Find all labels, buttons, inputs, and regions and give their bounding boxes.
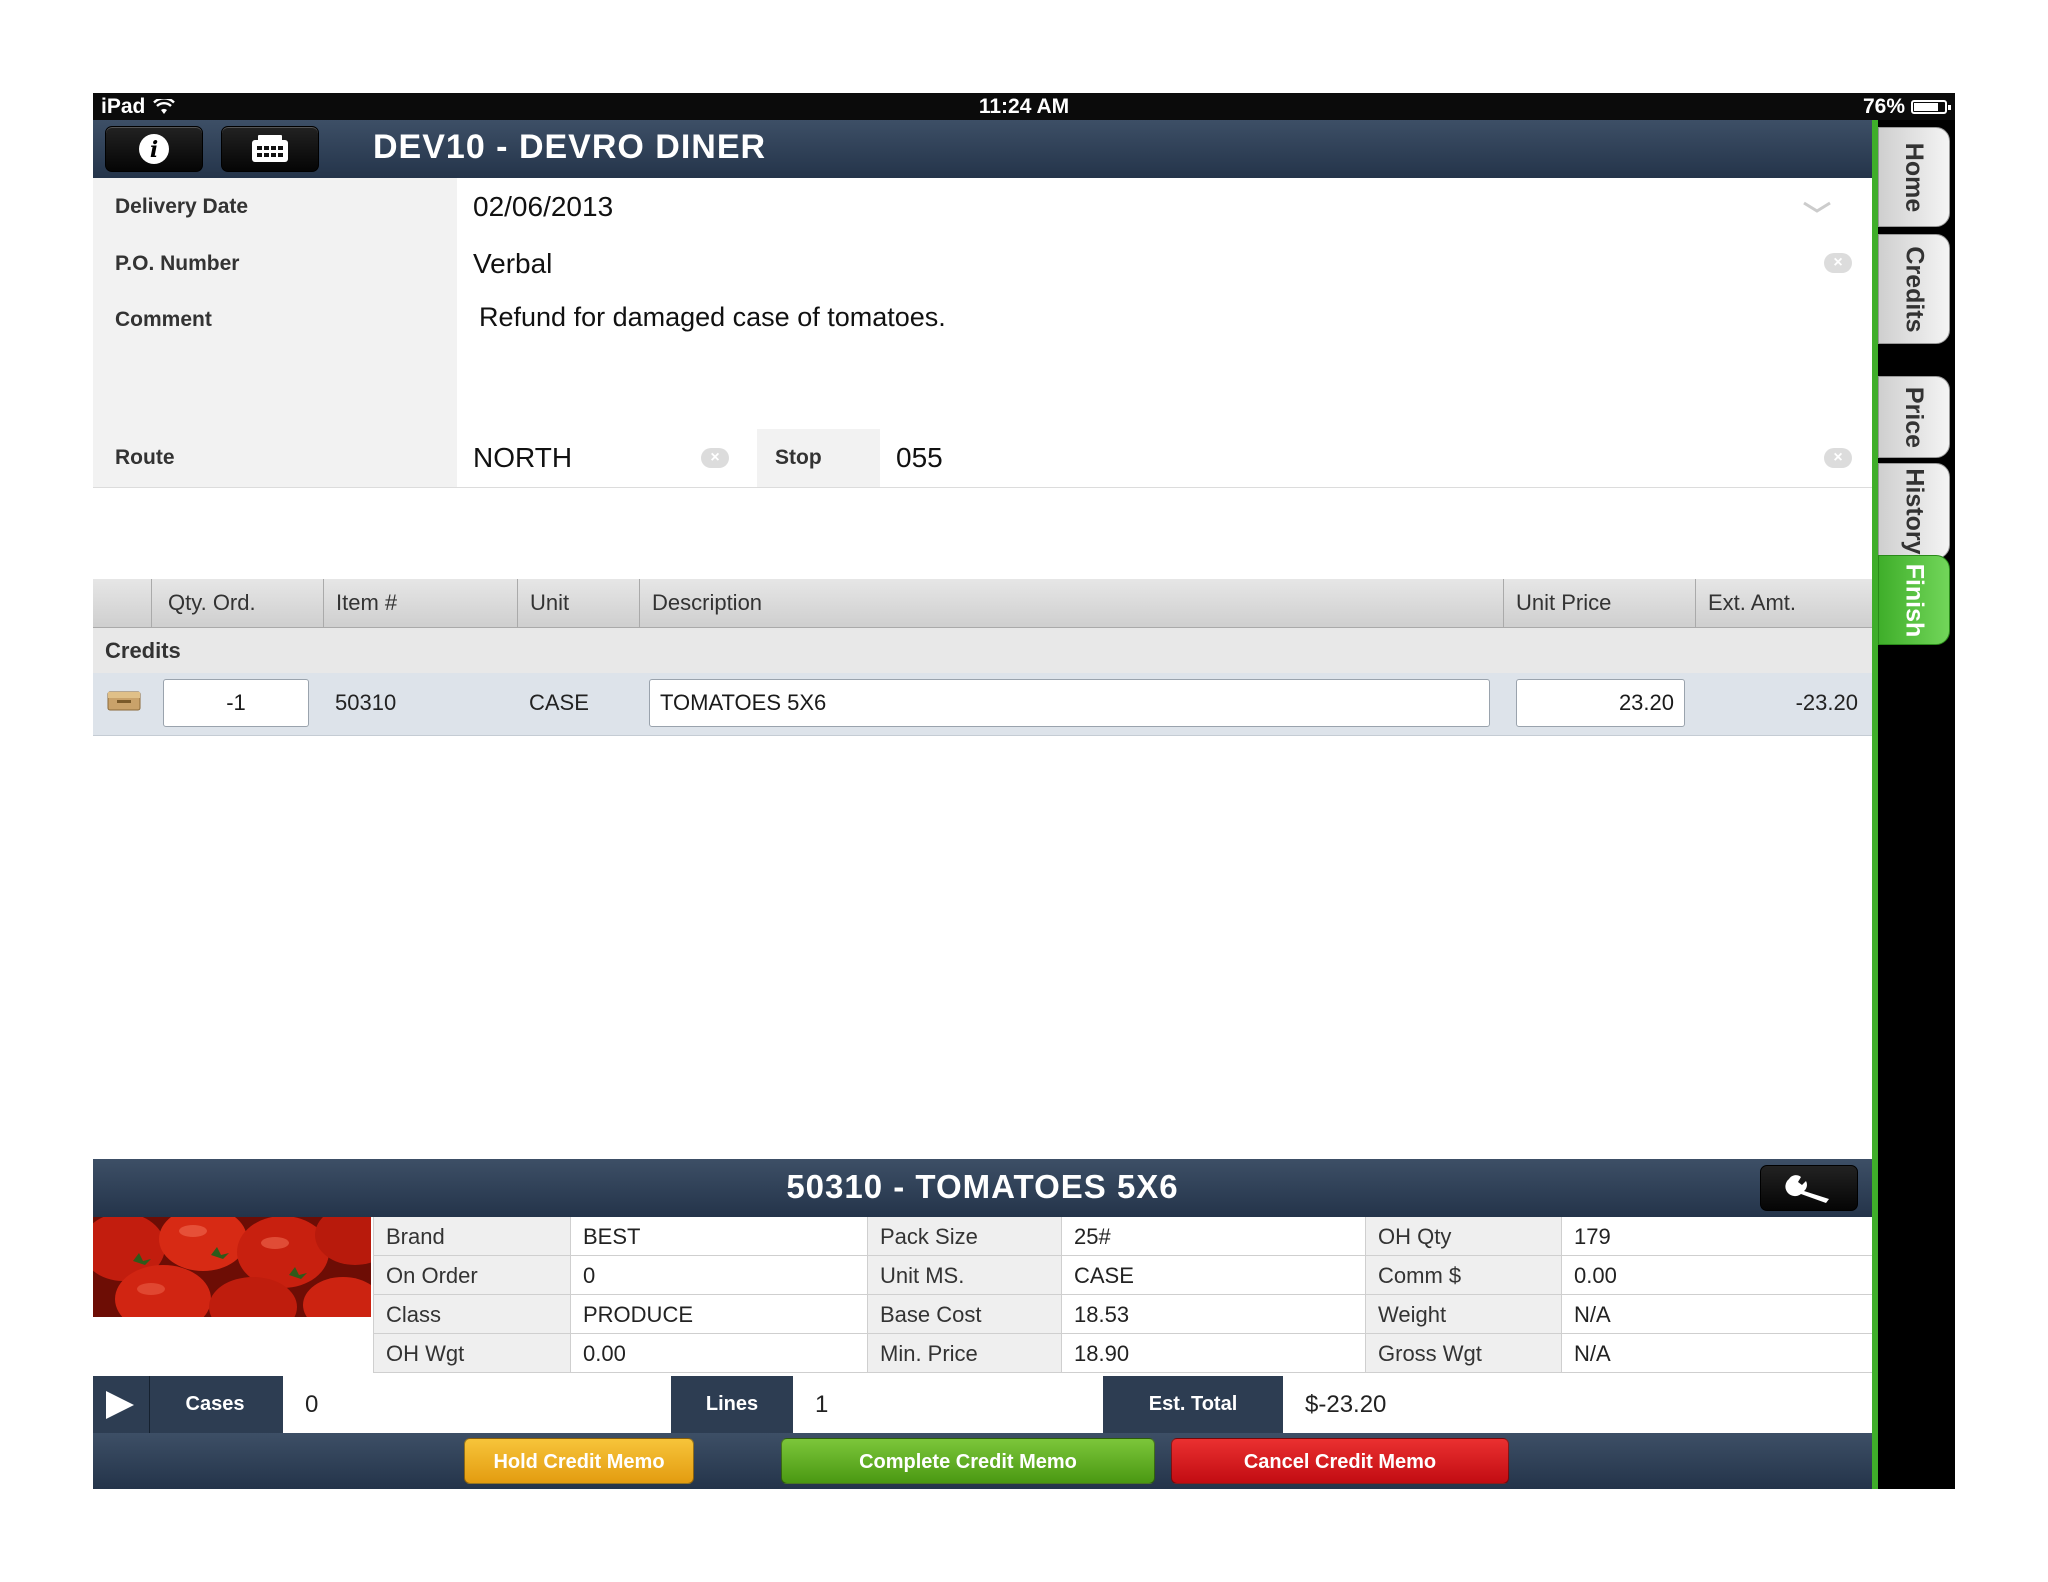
calculator-button[interactable] (221, 126, 319, 172)
play-icon[interactable] (103, 1389, 137, 1421)
detail-label: Brand (373, 1217, 570, 1256)
col-ext-amt[interactable]: Ext. Amt. (1695, 579, 1872, 627)
credits-section-header: Credits (93, 628, 1872, 674)
route-field[interactable]: NORTH (473, 442, 572, 474)
po-number-row: P.O. Number Verbal × (93, 235, 1872, 293)
detail-label: Unit MS. (867, 1256, 1061, 1295)
wrench-icon (1785, 1175, 1829, 1203)
detail-value: 0.00 (1561, 1256, 1872, 1295)
description-input[interactable]: TOMATOES 5X6 (649, 679, 1490, 727)
col-qty[interactable]: Qty. Ord. (151, 579, 325, 627)
detail-label: Class (373, 1295, 570, 1334)
status-bar: iPad 11:24 AM 76% (93, 93, 1955, 120)
action-bar: Hold Credit Memo Complete Credit Memo Ca… (93, 1433, 1872, 1489)
detail-label: OH Qty (1365, 1217, 1561, 1256)
info-button[interactable]: i (105, 126, 203, 172)
detail-label: Gross Wgt (1365, 1334, 1561, 1373)
detail-value: N/A (1561, 1295, 1872, 1334)
detail-label: Comm $ (1365, 1256, 1561, 1295)
comment-row: Comment Refund for damaged case of tomat… (93, 292, 1872, 430)
delivery-date-label: Delivery Date (93, 178, 457, 235)
detail-label: Weight (1365, 1295, 1561, 1334)
unit-value: CASE (529, 690, 589, 715)
cancel-credit-memo-button[interactable]: Cancel Credit Memo (1171, 1438, 1509, 1484)
note-icon[interactable] (107, 689, 141, 711)
clear-po-icon[interactable]: × (1824, 253, 1852, 273)
detail-value: 0.00 (570, 1334, 867, 1373)
calculator-icon (252, 135, 288, 162)
cases-label: Cases (185, 1393, 245, 1415)
line-items-header: Qty. Ord. Item # Unit Description Unit P… (93, 579, 1872, 628)
detail-value: CASE (1061, 1256, 1365, 1295)
credit-memo-panel: i DEV10 - DEVRO DINER Delivery Date 02/0… (93, 120, 1872, 1489)
clear-stop-icon[interactable]: × (1824, 448, 1852, 468)
battery-icon (1911, 100, 1951, 114)
table-row[interactable]: -1 50310 CASE TOMATOES 5X6 23.20 -23.20 (93, 673, 1872, 736)
item-detail-grid: Brand BEST On Order 0 Class PRODUCE OH W… (93, 1217, 1872, 1376)
lines-label: Lines (705, 1393, 759, 1415)
product-image (93, 1217, 371, 1317)
tab-finish[interactable]: Finish (1878, 555, 1950, 645)
clock: 11:24 AM (978, 95, 1070, 118)
info-icon: i (139, 134, 169, 164)
stop-label: Stop (757, 429, 880, 487)
item-detail-title: 50310 - TOMATOES 5X6 (786, 1168, 1179, 1205)
hold-credit-memo-button[interactable]: Hold Credit Memo (464, 1438, 694, 1484)
detail-label: Pack Size (867, 1217, 1061, 1256)
detail-value: BEST (570, 1217, 867, 1256)
lines-value: 1 (793, 1376, 1103, 1433)
svg-text:i: i (150, 137, 158, 163)
col-description[interactable]: Description (639, 579, 1505, 627)
est-total-value: $-23.20 (1283, 1376, 1872, 1433)
detail-label: OH Wgt (373, 1334, 570, 1373)
detail-label: Base Cost (867, 1295, 1061, 1334)
complete-credit-memo-button[interactable]: Complete Credit Memo (781, 1438, 1155, 1484)
route-stop-row: Route NORTH × Stop 055 × (93, 429, 1872, 488)
detail-value: 0 (570, 1256, 867, 1295)
customer-title: DEV10 - DEVRO DINER (373, 128, 767, 166)
totals-bar: Cases 0 Lines 1 Est. Total $-23.20 (93, 1376, 1872, 1433)
tab-history[interactable]: History (1878, 463, 1950, 559)
ipad-screen: iPad 11:24 AM 76% i DEV10 - DEVRO DINER … (93, 93, 1955, 1489)
cases-value: 0 (283, 1376, 671, 1433)
col-item[interactable]: Item # (323, 579, 519, 627)
detail-label: On Order (373, 1256, 570, 1295)
tab-home[interactable]: Home (1878, 127, 1950, 227)
item-detail-bar: 50310 - TOMATOES 5X6 (93, 1159, 1872, 1217)
clear-route-icon[interactable]: × (701, 448, 729, 468)
item-number: 50310 (335, 690, 397, 715)
tab-credits[interactable]: Credits (1878, 234, 1950, 344)
qty-input[interactable]: -1 (163, 679, 309, 727)
col-unit[interactable]: Unit (517, 579, 641, 627)
po-number-field[interactable]: Verbal (473, 248, 552, 280)
delivery-date-field[interactable]: 02/06/2013 (473, 191, 613, 223)
detail-value: 18.90 (1061, 1334, 1365, 1373)
unit-price-input[interactable]: 23.20 (1516, 679, 1685, 727)
chevron-down-icon[interactable] (1802, 200, 1832, 214)
po-number-label: P.O. Number (93, 235, 457, 292)
stop-field[interactable]: 055 (896, 442, 943, 474)
ext-amount: -23.20 (1795, 690, 1858, 715)
tab-price[interactable]: Price (1878, 376, 1950, 458)
detail-value: PRODUCE (570, 1295, 867, 1334)
detail-label: Min. Price (867, 1334, 1061, 1373)
credits-section-label: Credits (105, 638, 181, 663)
detail-value: 18.53 (1061, 1295, 1365, 1334)
header-bar: i DEV10 - DEVRO DINER (93, 120, 1872, 179)
comment-field[interactable]: Refund for damaged case of tomatoes. (479, 302, 946, 333)
tools-button[interactable] (1760, 1165, 1858, 1211)
comment-label: Comment (93, 292, 457, 429)
delivery-date-row: Delivery Date 02/06/2013 (93, 178, 1872, 236)
detail-value: 179 (1561, 1217, 1872, 1256)
est-total-label: Est. Total (1148, 1393, 1238, 1415)
battery-percent: 76% (1862, 95, 1905, 118)
detail-value: 25# (1061, 1217, 1365, 1256)
detail-value: N/A (1561, 1334, 1872, 1373)
col-unit-price[interactable]: Unit Price (1503, 579, 1697, 627)
route-label: Route (93, 429, 457, 487)
